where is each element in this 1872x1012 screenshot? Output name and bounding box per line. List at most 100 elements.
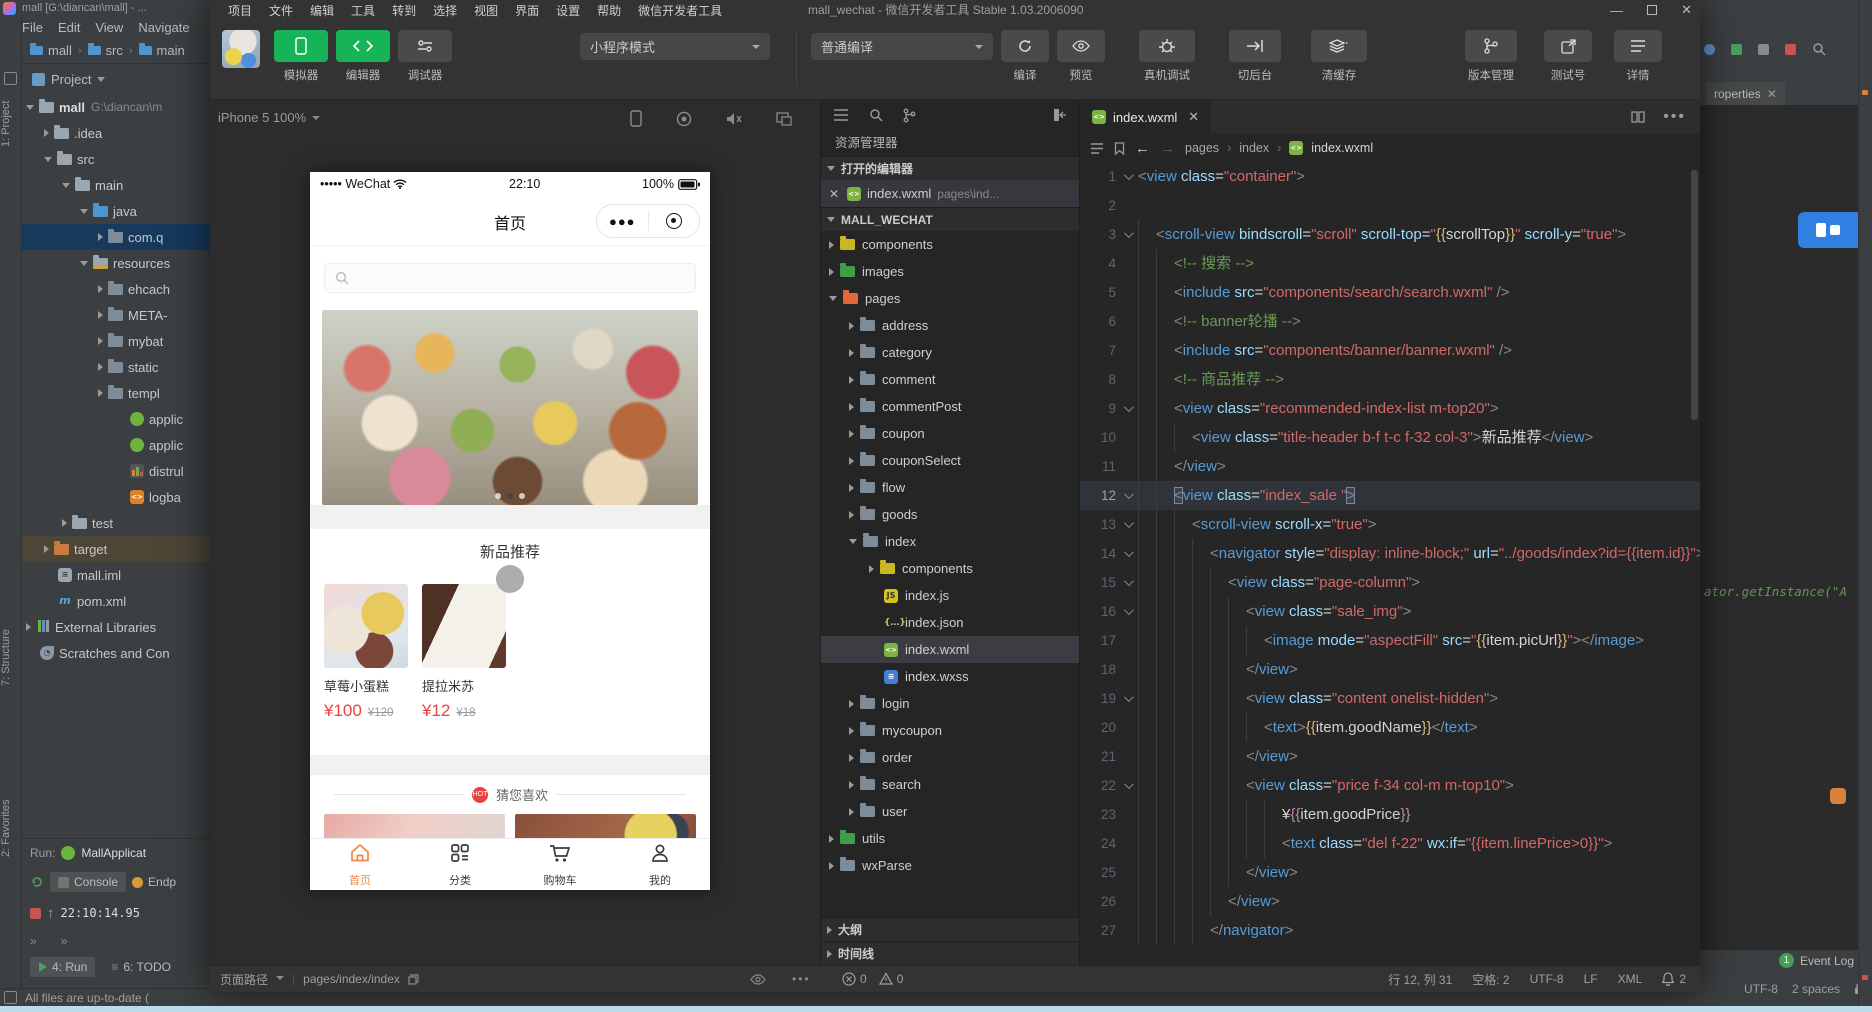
stop-icon[interactable] bbox=[30, 907, 41, 919]
project-tree-row[interactable]: External Libraries bbox=[22, 614, 210, 640]
code-line[interactable]: 26 </view> bbox=[1080, 887, 1700, 916]
mode-dropdown[interactable]: 小程序模式 bbox=[580, 33, 770, 60]
file-tree-row[interactable]: coupon bbox=[821, 420, 1079, 447]
project-tree-row[interactable]: main bbox=[22, 172, 210, 198]
menu-item[interactable]: Edit bbox=[58, 20, 80, 35]
project-tree-row[interactable]: resources bbox=[22, 250, 210, 276]
code-line[interactable]: 11 </view> bbox=[1080, 452, 1700, 481]
fold-icon[interactable] bbox=[1116, 231, 1138, 238]
run-config-name[interactable]: MallApplicat bbox=[81, 846, 146, 860]
copy-icon[interactable] bbox=[408, 973, 419, 985]
file-tree-row[interactable]: goods bbox=[821, 501, 1079, 528]
page-path-label[interactable]: 页面路径 bbox=[220, 971, 268, 988]
file-tree-row[interactable]: components bbox=[821, 555, 1079, 582]
notification-indicator[interactable]: 2 bbox=[1662, 972, 1686, 986]
project-tree-row[interactable]: target bbox=[22, 536, 210, 562]
code-line[interactable]: 24 <text class="del f-22" wx:if="{{item.… bbox=[1080, 829, 1700, 858]
file-tree-row[interactable]: category bbox=[821, 339, 1079, 366]
forward-icon[interactable]: → bbox=[1160, 140, 1175, 157]
rerun-icon[interactable] bbox=[30, 875, 44, 889]
bottom-tab-run[interactable]: 4: Run bbox=[30, 957, 96, 977]
search-input[interactable] bbox=[324, 263, 696, 293]
tree-arrow-icon[interactable] bbox=[98, 337, 103, 345]
menu-item[interactable]: 帮助 bbox=[597, 2, 621, 19]
close-icon[interactable]: ✕ bbox=[1767, 87, 1777, 101]
file-tree-row[interactable]: search bbox=[821, 771, 1079, 798]
project-tree-row[interactable]: META- bbox=[22, 302, 210, 328]
stop-icon[interactable] bbox=[1785, 43, 1796, 55]
file-tree-row[interactable]: pages bbox=[821, 285, 1079, 312]
code-line[interactable]: 9 <view class="recommended-index-list m-… bbox=[1080, 394, 1700, 423]
menu-item[interactable]: View bbox=[95, 20, 123, 35]
scroll-knob[interactable] bbox=[496, 565, 524, 593]
more-actions-icon[interactable]: ••• bbox=[1663, 108, 1686, 126]
clear-cache-button[interactable]: 清缓存 bbox=[1311, 30, 1367, 83]
close-icon[interactable]: ✕ bbox=[829, 187, 841, 201]
project-tree-row[interactable]: .idea bbox=[22, 120, 210, 146]
event-log[interactable]: 1 Event Log bbox=[1778, 953, 1854, 968]
eol-indicator[interactable]: LF bbox=[1584, 972, 1598, 986]
tree-arrow-icon[interactable] bbox=[62, 182, 70, 188]
tree-arrow-icon[interactable] bbox=[849, 375, 854, 384]
tree-arrow-icon[interactable] bbox=[849, 348, 854, 357]
tree-arrow-icon[interactable] bbox=[80, 208, 88, 214]
file-tree-row[interactable]: commentPost bbox=[821, 393, 1079, 420]
project-tree-row[interactable]: distrul bbox=[22, 458, 210, 484]
tree-arrow-icon[interactable] bbox=[869, 564, 874, 573]
tree-arrow-icon[interactable] bbox=[829, 834, 834, 843]
search-icon[interactable] bbox=[869, 108, 883, 122]
open-editor-item[interactable]: ✕ <> index.wxml pages\ind... bbox=[821, 180, 1079, 207]
code-line[interactable]: 15 <view class="page-column"> bbox=[1080, 568, 1700, 597]
breadcrumb-item[interactable]: src bbox=[87, 43, 123, 58]
details-button[interactable]: 详情 bbox=[1614, 30, 1662, 83]
code-line[interactable]: 23 ¥{{item.goodPrice}} bbox=[1080, 800, 1700, 829]
tree-arrow-icon[interactable] bbox=[98, 233, 103, 241]
tree-arrow-icon[interactable] bbox=[849, 726, 854, 735]
tree-arrow-icon[interactable] bbox=[26, 623, 31, 631]
device-frame-icon[interactable] bbox=[630, 110, 642, 127]
bookmark-icon[interactable] bbox=[1114, 141, 1125, 155]
tree-arrow-icon[interactable] bbox=[829, 296, 837, 301]
code-line[interactable]: 17 <image mode="aspectFill" src="{{item.… bbox=[1080, 626, 1700, 655]
code-line[interactable]: 3 <scroll-view bindscroll="scroll" scrol… bbox=[1080, 220, 1700, 249]
browser-icon[interactable] bbox=[1830, 788, 1846, 804]
code-line[interactable]: 22 <view class="price f-34 col-m m-top10… bbox=[1080, 771, 1700, 800]
project-tree-row[interactable]: com.q bbox=[22, 224, 210, 250]
fold-icon[interactable] bbox=[1116, 695, 1138, 702]
file-tree-row[interactable]: <> index.wxml bbox=[821, 636, 1079, 663]
split-editor-icon[interactable] bbox=[1631, 111, 1645, 123]
code-line[interactable]: 8 <!-- 商品推荐 --> bbox=[1080, 365, 1700, 394]
more-icon[interactable]: ●●● bbox=[597, 214, 648, 229]
compile-button[interactable]: 编译 bbox=[1001, 30, 1049, 83]
toolbar-icon[interactable] bbox=[1758, 43, 1769, 55]
test-account-button[interactable]: 测试号 bbox=[1544, 30, 1592, 83]
code-line[interactable]: 7 <include src="components/banner/banner… bbox=[1080, 336, 1700, 365]
tree-arrow-icon[interactable] bbox=[849, 780, 854, 789]
toolwindow-tab-structure[interactable]: 7: Structure bbox=[0, 612, 22, 704]
search-icon[interactable] bbox=[1812, 42, 1826, 56]
project-tree-row[interactable]: mall G:\diancan\m bbox=[22, 94, 210, 120]
breadcrumb-item[interactable]: pages bbox=[1185, 141, 1219, 155]
code-line[interactable]: 21 </view> bbox=[1080, 742, 1700, 771]
project-tree-row[interactable]: templ bbox=[22, 380, 210, 406]
bottom-tab-todo[interactable]: ≡ 6: TODO bbox=[111, 960, 171, 974]
tree-arrow-icon[interactable] bbox=[80, 260, 88, 266]
project-tree-row[interactable]: m pom.xml bbox=[22, 588, 210, 614]
project-panel-header[interactable]: Project bbox=[22, 66, 210, 92]
code-line[interactable]: 20 <text>{{item.goodName}}</text> bbox=[1080, 713, 1700, 742]
open-editors-header[interactable]: 打开的编辑器 bbox=[821, 156, 1079, 180]
maximize-button[interactable] bbox=[1647, 5, 1658, 15]
editor-button[interactable]: 编辑器 bbox=[336, 30, 390, 83]
warning-indicator[interactable]: 0 bbox=[878, 972, 903, 986]
toolbar-icon[interactable] bbox=[1731, 43, 1742, 55]
tabbar-item-1[interactable]: 分类 bbox=[410, 839, 510, 890]
outline-icon[interactable] bbox=[1090, 142, 1104, 154]
project-tree-row[interactable]: test bbox=[22, 510, 210, 536]
file-tree-row[interactable]: JS index.js bbox=[821, 582, 1079, 609]
file-tree-row[interactable]: login bbox=[821, 690, 1079, 717]
menu-item[interactable]: 工具 bbox=[351, 2, 375, 19]
compile-mode-dropdown[interactable]: 普通编译 bbox=[811, 33, 993, 60]
project-section-header[interactable]: MALL_WECHAT bbox=[821, 207, 1079, 231]
back-icon[interactable]: ← bbox=[1135, 140, 1150, 157]
tree-arrow-icon[interactable] bbox=[849, 402, 854, 411]
